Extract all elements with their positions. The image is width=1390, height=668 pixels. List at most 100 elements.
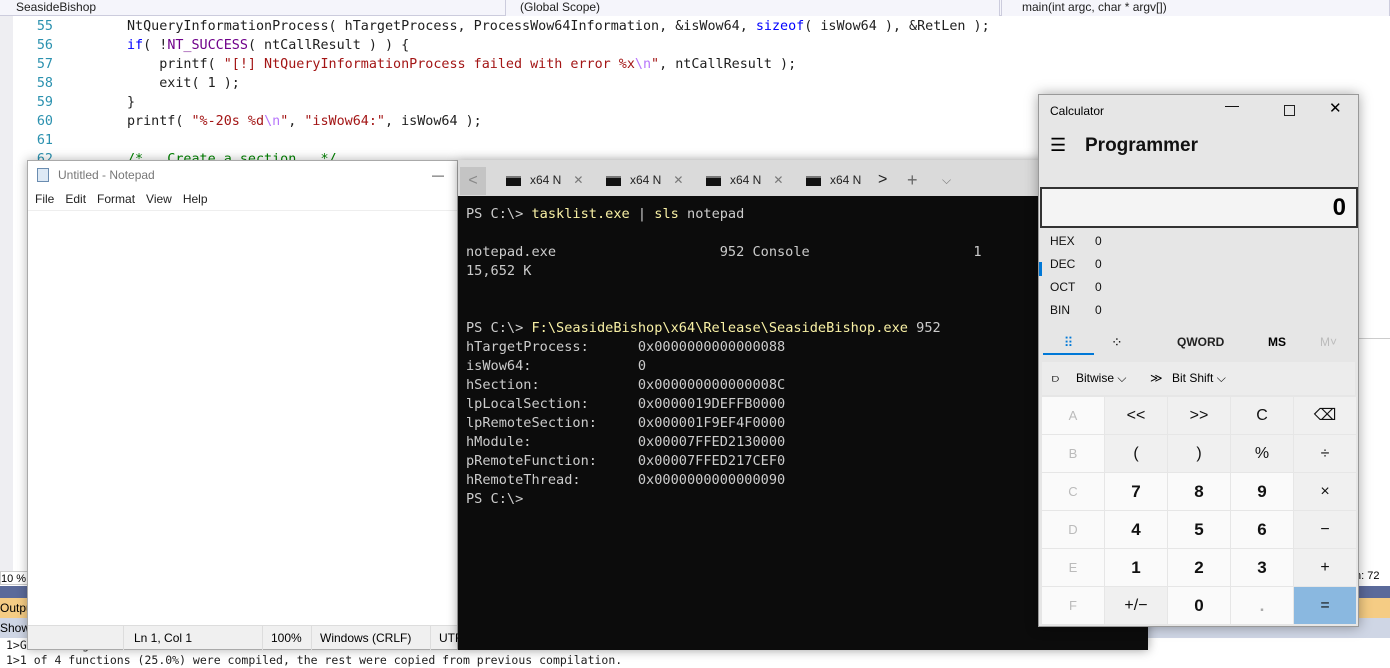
line-number: 61 xyxy=(36,133,53,148)
terminal-tab[interactable]: x64 N ✕ xyxy=(706,168,783,192)
line-number: 56 xyxy=(36,38,53,53)
scroll-right-button[interactable]: > xyxy=(878,168,887,192)
minimize-icon[interactable]: — xyxy=(1225,97,1239,113)
close-icon[interactable]: ✕ xyxy=(773,173,783,187)
radix-label: HEX xyxy=(1050,234,1075,248)
terminal-line: PS C:\> xyxy=(466,491,524,507)
key-3[interactable]: C xyxy=(1231,397,1293,434)
tab-label: x64 N xyxy=(530,173,562,187)
key-25: F xyxy=(1042,587,1104,624)
radix-bin[interactable]: BIN 0 xyxy=(1050,303,1102,317)
bitshift-dropdown[interactable]: Bit Shift ⌵ xyxy=(1172,362,1226,395)
key-1[interactable]: << xyxy=(1105,397,1167,434)
terminal-line: hTargetProcess: 0x0000000000000088 xyxy=(466,339,786,355)
key-2[interactable]: >> xyxy=(1168,397,1230,434)
menu-view[interactable]: View xyxy=(146,192,172,206)
key-7[interactable]: ) xyxy=(1168,435,1230,472)
memory-store-button[interactable]: MS xyxy=(1268,330,1286,355)
calculator-window[interactable]: Calculator — ✕ ☰ Programmer 0 HEX 0 DEC 0 OC… xyxy=(1038,94,1359,627)
terminal-line: PS C:\> tasklist.exe | sls notepad xyxy=(466,206,745,222)
key-19[interactable]: − xyxy=(1294,511,1356,548)
code-text: NtQueryInformationProcess( hTargetProces… xyxy=(127,19,990,34)
console-icon xyxy=(606,175,621,186)
scope-dropdown[interactable]: (Global Scope) xyxy=(505,0,1000,16)
notepad-window[interactable]: Untitled - Notepad — File Edit Format View H… xyxy=(27,160,462,650)
maximize-icon[interactable] xyxy=(1284,105,1295,116)
radix-hex[interactable]: HEX 0 xyxy=(1050,234,1102,248)
line-number: 58 xyxy=(36,76,53,91)
key-22[interactable]: 2 xyxy=(1168,549,1230,586)
code-text: exit( 1 ); xyxy=(127,76,240,91)
code-text: } xyxy=(127,95,136,110)
radix-value: 0 xyxy=(1095,303,1102,317)
show-output-label: Show xyxy=(0,621,31,635)
key-26[interactable]: +/− xyxy=(1105,587,1167,624)
new-tab-icon[interactable]: + xyxy=(907,168,918,192)
terminal-tab[interactable]: x64 N ✕ xyxy=(606,168,683,192)
key-14[interactable]: × xyxy=(1294,473,1356,510)
notepad-icon xyxy=(37,168,49,182)
menu-icon[interactable]: ☰ xyxy=(1050,135,1066,156)
close-icon[interactable]: ✕ xyxy=(673,173,683,187)
key-21[interactable]: 1 xyxy=(1105,549,1167,586)
radix-dec[interactable]: DEC 0 xyxy=(1050,257,1102,271)
code-line: 57 printf( "[!] NtQueryInformationProces… xyxy=(0,55,1390,74)
key-12[interactable]: 8 xyxy=(1168,473,1230,510)
terminal-line: isWow64: 0 xyxy=(466,358,647,374)
terminal-tab[interactable]: x64 N xyxy=(806,168,861,192)
key-9[interactable]: ÷ xyxy=(1294,435,1356,472)
terminal-line: 15,652 K xyxy=(466,263,532,279)
line-number: 59 xyxy=(36,95,53,110)
editor-margin xyxy=(0,16,13,571)
project-name: SeasideBishop xyxy=(16,0,97,14)
scroll-left-button[interactable]: < xyxy=(460,167,486,195)
menu-format[interactable]: Format xyxy=(97,192,135,206)
terminal-tab[interactable]: x64 N ✕ xyxy=(506,168,583,192)
function-dropdown[interactable]: main(int argc, char * argv[]) xyxy=(1001,0,1390,16)
key-13[interactable]: 9 xyxy=(1231,473,1293,510)
key-11[interactable]: 7 xyxy=(1105,473,1167,510)
bitwise-dropdown[interactable]: Bitwise ⌵ xyxy=(1076,362,1126,395)
menu-file[interactable]: File xyxy=(35,192,54,206)
output-line: 1>1 of 4 functions (25.0%) were compiled… xyxy=(6,653,623,667)
key-23[interactable]: 3 xyxy=(1231,549,1293,586)
key-27[interactable]: 0 xyxy=(1168,587,1230,624)
scope-label: (Global Scope) xyxy=(520,0,601,14)
key-29[interactable]: = xyxy=(1294,587,1356,624)
close-icon[interactable]: ✕ xyxy=(1329,99,1342,117)
key-18[interactable]: 6 xyxy=(1231,511,1293,548)
key-4[interactable]: ⌫ xyxy=(1294,397,1356,434)
key-16[interactable]: 4 xyxy=(1105,511,1167,548)
menu-edit[interactable]: Edit xyxy=(65,192,86,206)
key-10: C xyxy=(1042,473,1104,510)
close-icon[interactable]: ✕ xyxy=(573,173,583,187)
key-28[interactable]: . xyxy=(1231,587,1293,624)
keypad-icon[interactable]: ⠿ xyxy=(1043,330,1094,355)
chevron-down-icon[interactable]: ⌵ xyxy=(942,168,951,192)
bit-toggle-icon[interactable]: ⁘ xyxy=(1111,330,1123,355)
word-size-button[interactable]: QWORD xyxy=(1177,330,1224,355)
key-6[interactable]: ( xyxy=(1105,435,1167,472)
console-icon xyxy=(706,175,721,186)
console-icon xyxy=(506,175,521,186)
key-8[interactable]: % xyxy=(1231,435,1293,472)
key-17[interactable]: 5 xyxy=(1168,511,1230,548)
operator-bar: ⫐ Bitwise ⌵ ≫ Bit Shift ⌵ xyxy=(1042,362,1355,395)
terminal-line: pRemoteFunction: 0x00007FFED217CEF0 xyxy=(466,453,786,469)
radix-oct[interactable]: OCT 0 xyxy=(1050,280,1102,294)
vs-navigation-bar: SeasideBishop▼ (Global Scope) main(int a… xyxy=(0,0,1390,16)
radix-value: 0 xyxy=(1095,257,1102,271)
menu-help[interactable]: Help xyxy=(183,192,208,206)
key-20: E xyxy=(1042,549,1104,586)
minimize-icon[interactable]: — xyxy=(432,161,444,189)
terminal-line: hRemoteThread: 0x0000000000000090 xyxy=(466,472,786,488)
notepad-text-area[interactable] xyxy=(28,210,457,626)
bitwise-icon: ⫐ xyxy=(1052,371,1060,385)
code-text: if( !NT_SUCCESS( ntCallResult ) ) { xyxy=(127,38,410,53)
console-icon xyxy=(806,175,821,186)
notepad-title-bar[interactable]: Untitled - Notepad — xyxy=(28,161,457,189)
zoom-level[interactable]: 10 % xyxy=(0,571,30,585)
cursor-position: Ln 1, Col 1 xyxy=(123,626,192,650)
code-line: 58 exit( 1 ); xyxy=(0,74,1390,93)
key-24[interactable]: + xyxy=(1294,549,1356,586)
